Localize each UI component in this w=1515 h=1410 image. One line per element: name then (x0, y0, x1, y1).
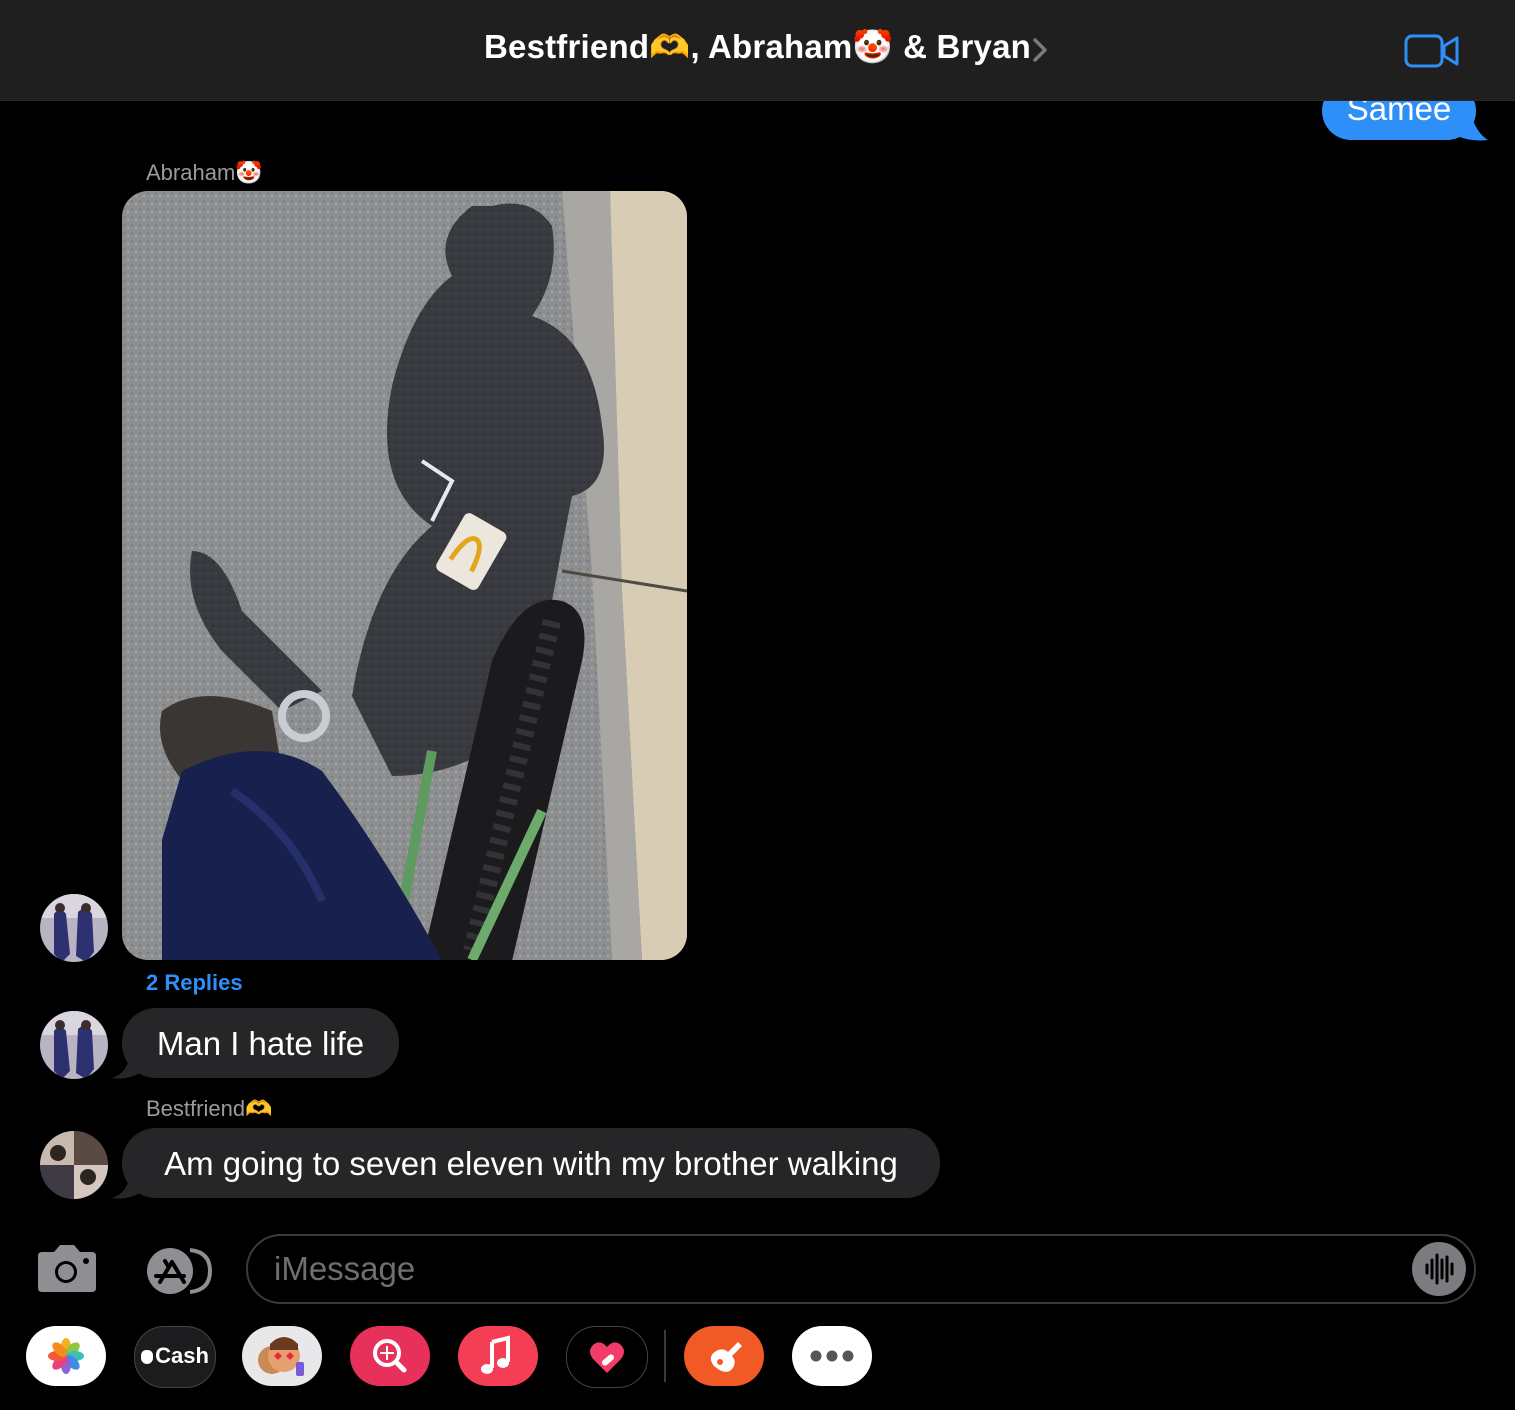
incoming-message-bubble[interactable]: Am going to seven eleven with my brother… (122, 1128, 940, 1198)
image-search-icon[interactable] (350, 1326, 430, 1386)
photos-icon[interactable] (26, 1326, 106, 1386)
avatar[interactable] (40, 1131, 108, 1199)
waveform-icon (1425, 1253, 1454, 1285)
music-icon[interactable] (458, 1326, 538, 1386)
conversation-title[interactable]: Bestfriend🫶, Abraham🤡 & Bryan (0, 28, 1515, 67)
camera-icon[interactable] (34, 1244, 98, 1294)
more-icon[interactable] (792, 1326, 872, 1386)
avatar[interactable] (40, 894, 108, 962)
incoming-message-text: Man I hate life (156, 1025, 365, 1062)
message-input-row (0, 1226, 1515, 1312)
replies-link[interactable]: 2 Replies (146, 970, 243, 996)
facetime-video-icon[interactable] (1404, 33, 1460, 69)
apple-logo-icon (141, 1350, 154, 1364)
memoji-icon[interactable] (242, 1326, 322, 1386)
imessage-input-field[interactable] (246, 1234, 1476, 1304)
app-tray: Cash (0, 1320, 1515, 1410)
audio-message-button[interactable] (1412, 1242, 1466, 1296)
photo-attachment[interactable] (122, 191, 687, 960)
incoming-message-bubble[interactable]: Man I hate life (122, 1008, 399, 1078)
conversation-header: Bestfriend🫶, Abraham🤡 & Bryan (0, 0, 1515, 101)
incoming-message-text: Am going to seven eleven with my brother… (164, 1145, 898, 1182)
avatar[interactable] (40, 1011, 108, 1079)
sender-name-abraham: Abraham🤡 (146, 160, 263, 185)
message-input[interactable] (272, 1246, 1376, 1292)
app-store-icon[interactable] (138, 1246, 214, 1296)
garageband-icon[interactable] (684, 1326, 764, 1386)
tray-divider (664, 1330, 666, 1382)
digital-touch-icon[interactable] (566, 1326, 648, 1388)
apple-cash-icon[interactable]: Cash (134, 1326, 216, 1388)
apple-cash-label: Cash (135, 1343, 215, 1369)
chevron-right-icon[interactable] (1030, 36, 1050, 64)
sender-name-bestfriend: Bestfriend🫶 (146, 1096, 273, 1121)
